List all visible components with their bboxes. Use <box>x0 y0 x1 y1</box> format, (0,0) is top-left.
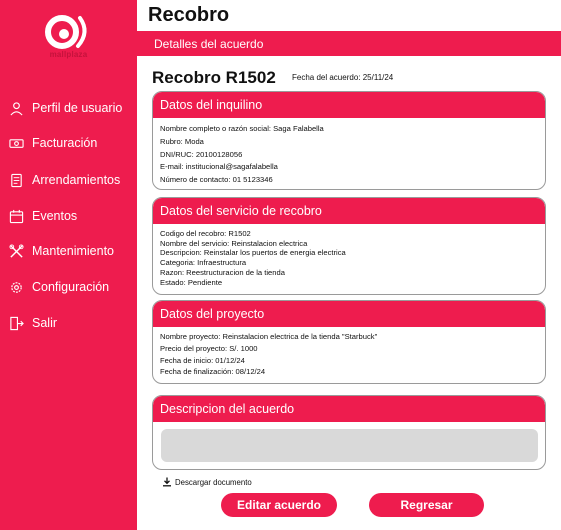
sidebar-item-mantenimiento[interactable]: Mantenimiento <box>0 239 137 263</box>
tenant-rubro: Rubro: Moda <box>160 136 204 146</box>
download-document-link[interactable]: Descargar documento <box>162 477 252 487</box>
tenant-card-body: Nombre completo o razón social: Saga Fal… <box>153 118 545 187</box>
service-name: Nombre del servicio: Reinstalacion elect… <box>160 238 308 248</box>
description-field[interactable] <box>161 429 538 462</box>
sidebar-item-label: Salir <box>32 316 58 330</box>
record-date: Fecha del acuerdo: 25/11/24 <box>292 73 394 82</box>
tools-icon <box>8 243 24 259</box>
tenant-card: Datos del inquilino Nombre completo o ra… <box>152 91 546 190</box>
sidebar-item-label: Eventos <box>32 209 78 223</box>
sidebar-item-label: Perfil de usuario <box>32 101 123 115</box>
sidebar-item-label: Facturación <box>32 136 98 150</box>
sidebar-item-perfil[interactable]: Perfil de usuario <box>0 96 137 120</box>
project-start-date: Fecha de inicio: 01/12/24 <box>160 355 245 365</box>
sidebar-item-label: Mantenimiento <box>32 244 114 258</box>
sidebar-item-eventos[interactable]: Eventos <box>0 204 137 228</box>
tenant-ruc: DNI/RUC: 20100128056 <box>160 149 243 159</box>
tenant-name: Nombre completo o razón social: Saga Fal… <box>160 124 324 133</box>
back-button[interactable]: Regresar <box>369 493 484 517</box>
user-icon <box>8 100 24 116</box>
logo-text: mallplaza <box>49 50 88 59</box>
project-card: Datos del proyecto Nombre proyecto: Rein… <box>152 300 546 384</box>
service-card: Datos del servicio de recobro Codigo del… <box>152 197 546 295</box>
tenant-phone: Número de contacto: 01 5123346 <box>160 175 273 185</box>
page-title: Recobro <box>148 4 230 26</box>
sidebar-item-arrendamientos[interactable]: Arrendamientos <box>0 168 137 192</box>
project-card-title: Datos del proyecto <box>153 301 545 327</box>
calendar-icon <box>8 208 24 224</box>
logout-icon <box>8 315 24 331</box>
sidebar-item-label: Arrendamientos <box>32 173 121 187</box>
download-icon <box>163 477 171 487</box>
project-name: Nombre proyecto: Reinstalacion electrica… <box>160 332 378 341</box>
document-icon <box>8 172 24 188</box>
sidebar-item-facturacion[interactable]: Facturación <box>0 131 137 155</box>
gear-icon <box>8 279 24 295</box>
sidebar-item-configuracion[interactable]: Configuración <box>0 275 137 299</box>
sidebar-item-salir[interactable]: Salir <box>0 311 137 335</box>
edit-agreement-button[interactable]: Editar acuerdo <box>221 493 337 517</box>
project-end-date: Fecha de finalización: 08/12/24 <box>160 367 266 377</box>
record-title: Recobro R1502 <box>152 68 276 87</box>
tenant-card-title: Datos del inquilino <box>153 92 545 118</box>
service-card-body: Codigo del recobro: R1502 Nombre del ser… <box>153 224 545 287</box>
service-status: Estado: Pendiente <box>160 277 223 287</box>
service-code: Codigo del recobro: R1502 <box>160 229 251 238</box>
description-card-title: Descripcion del acuerdo <box>153 396 545 422</box>
sidebar-item-label: Configuración <box>32 280 110 294</box>
service-description: Descripcion: Reinstalar los puertos de e… <box>160 248 346 258</box>
section-title: Detalles del acuerdo <box>154 36 264 51</box>
service-category: Categoria: Infraestructura <box>160 258 247 268</box>
download-label: Descargar documento <box>175 477 252 487</box>
money-icon <box>8 135 24 151</box>
service-card-title: Datos del servicio de recobro <box>153 198 545 224</box>
project-card-body: Nombre proyecto: Reinstalacion electrica… <box>153 327 545 378</box>
sidebar: mallplaza Perfil de usuario Facturación … <box>0 0 137 530</box>
description-card: Descripcion del acuerdo <box>152 395 546 470</box>
project-price: Precio del proyecto: S/. 1000 <box>160 343 258 353</box>
section-header: Detalles del acuerdo <box>137 31 561 56</box>
tenant-email: E-mail: institucional@sagafalabella <box>160 162 278 172</box>
service-reason: Razon: Reestructuracion de la tienda <box>160 267 285 277</box>
